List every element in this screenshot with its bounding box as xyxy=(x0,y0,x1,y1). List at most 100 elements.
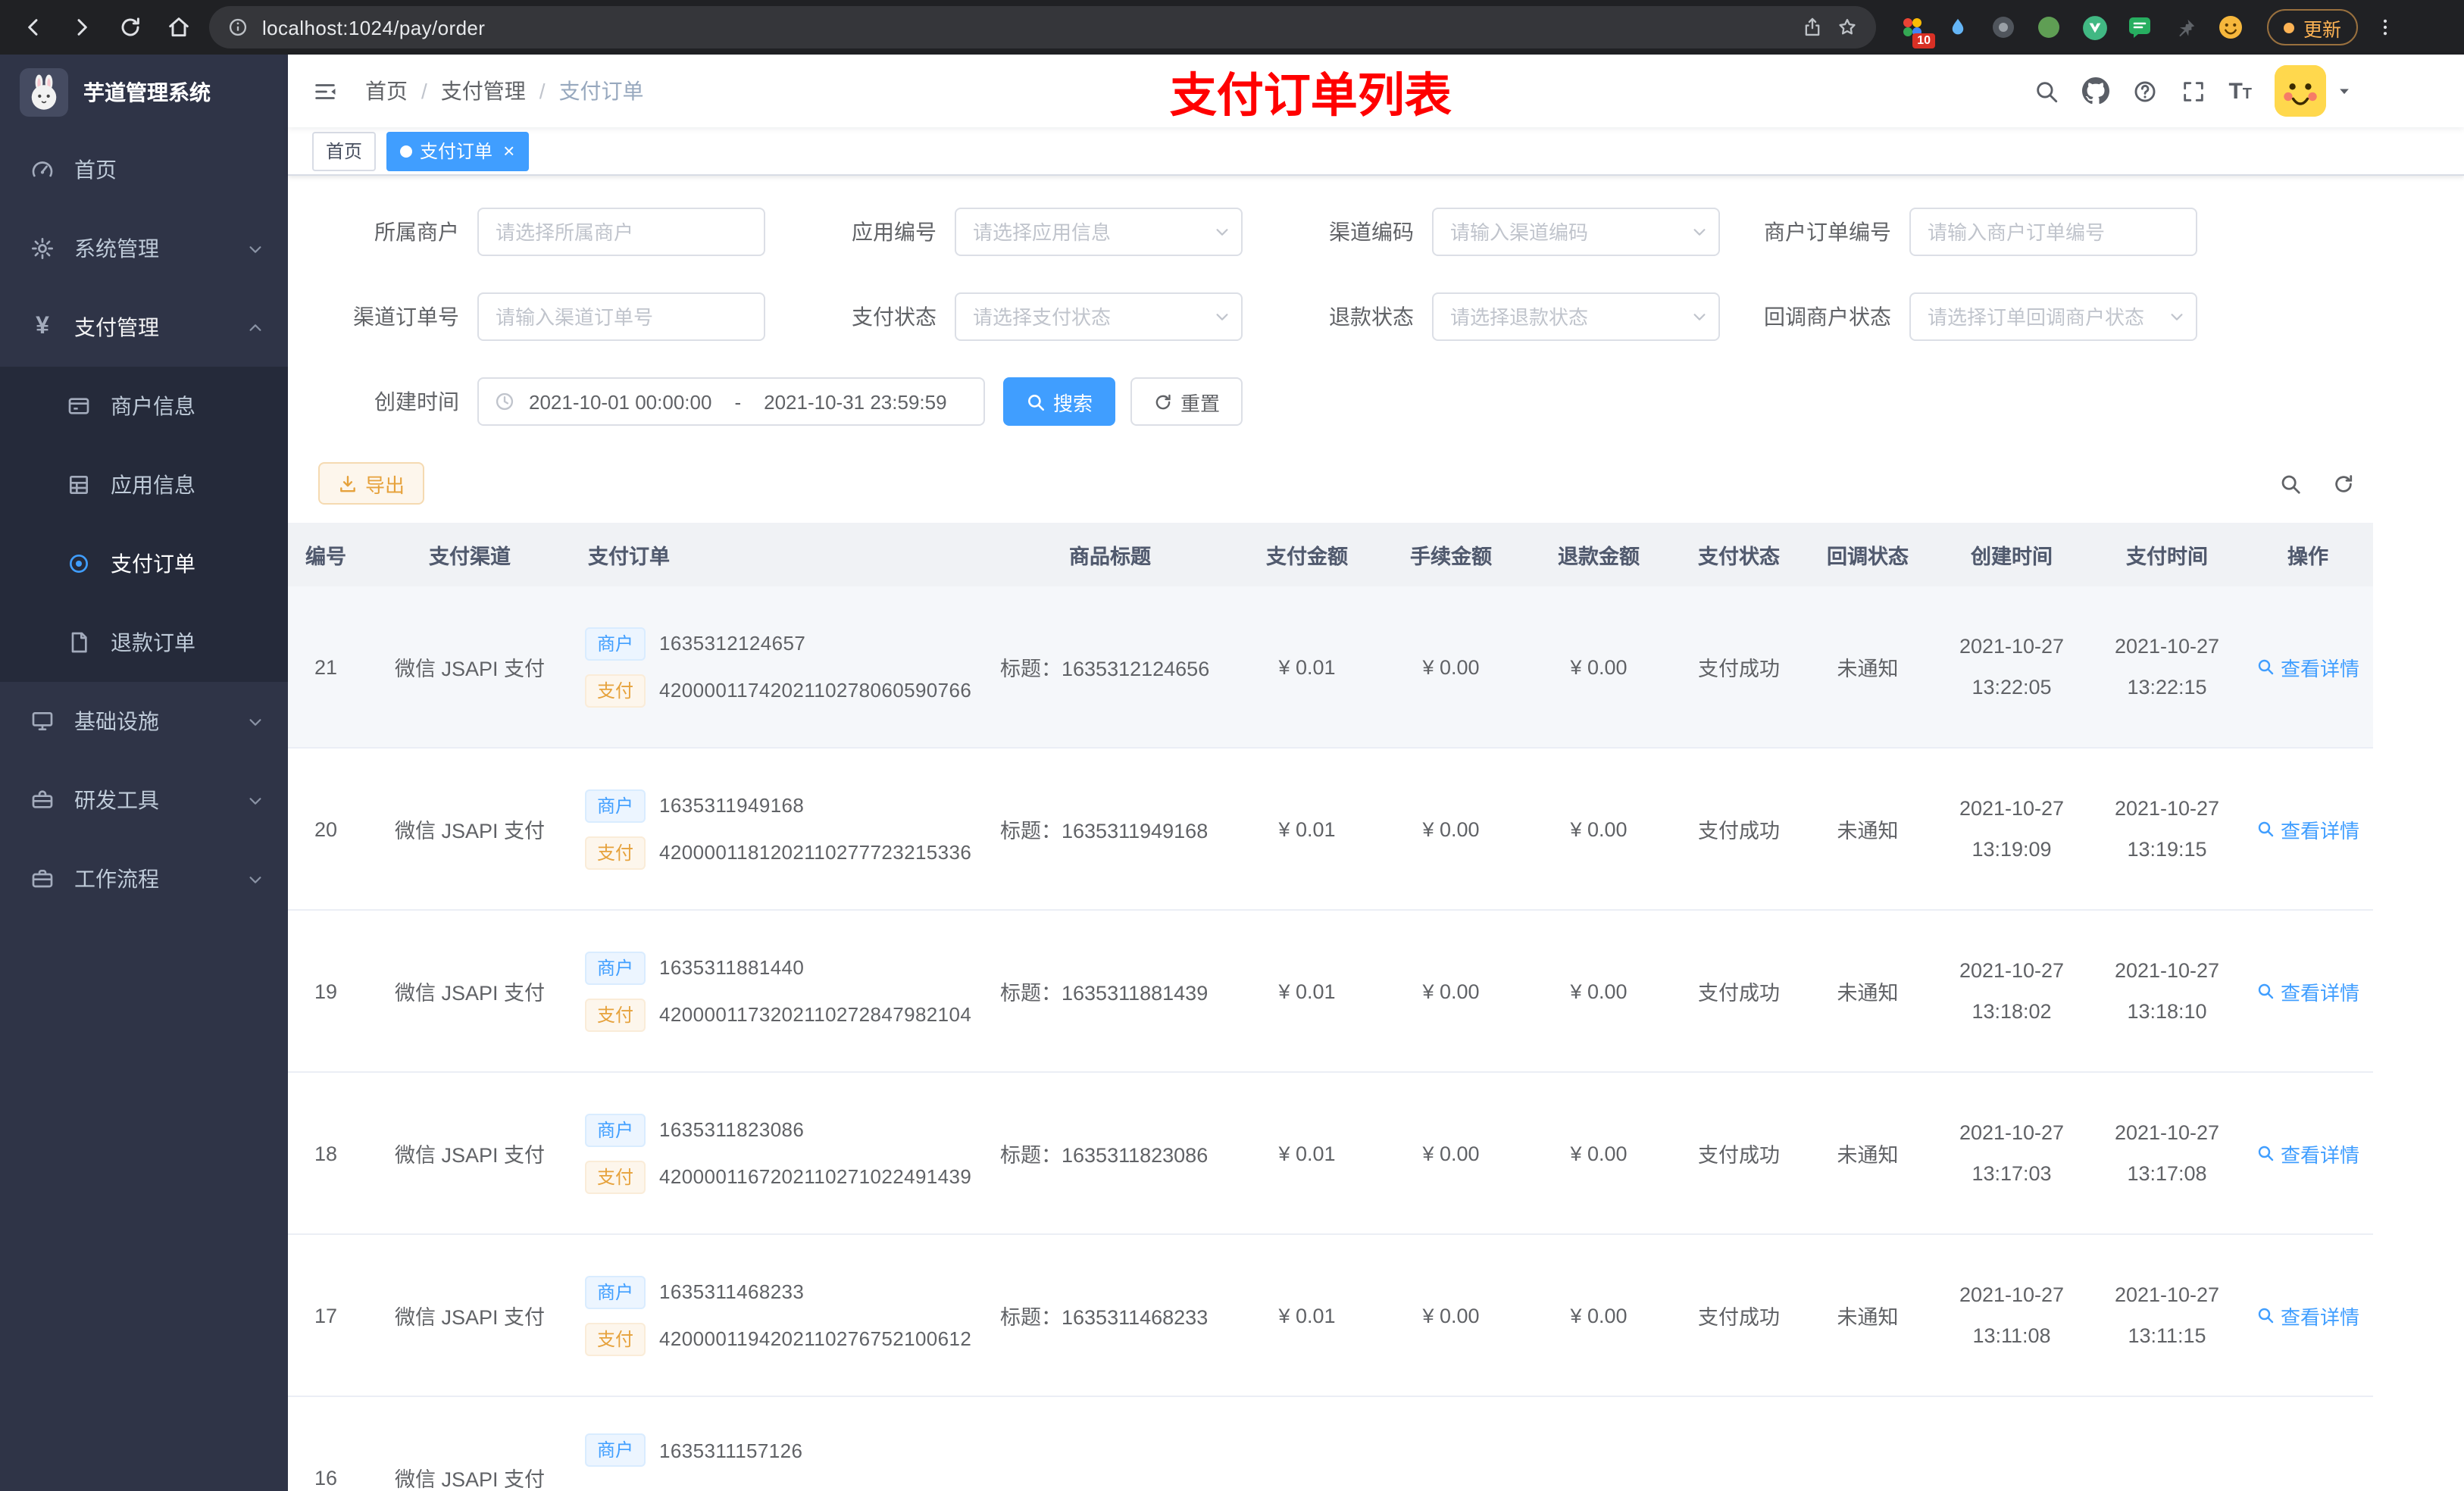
monitor-icon xyxy=(29,709,56,733)
dark-extension-icon[interactable] xyxy=(1988,12,2018,42)
cell-refund: ¥ 0.00 xyxy=(1570,655,1628,678)
view-detail-link[interactable]: 查看详情 xyxy=(2256,1139,2359,1167)
merchant-order-no-input[interactable] xyxy=(1909,208,2197,256)
sidebar-item-workflow[interactable]: 工作流程 xyxy=(0,839,288,918)
tag-label: 支付订单 xyxy=(420,141,493,162)
cell-fee: ¥ 0.00 xyxy=(1422,1304,1480,1327)
app-no-select xyxy=(955,208,1243,256)
app-title: 芋道管理系统 xyxy=(83,80,211,105)
cell-actions: 查看详情 xyxy=(2243,1235,2373,1396)
vue-devtools-icon[interactable] xyxy=(2079,12,2109,42)
refund-status-input[interactable] xyxy=(1432,292,1720,341)
notify-status-input[interactable] xyxy=(1909,292,2197,341)
merchant-input[interactable] xyxy=(477,208,765,256)
cell-title: 标题：1635311468233 xyxy=(1000,1306,1209,1329)
cell-status: 支付成功 xyxy=(1698,658,1780,680)
tag-pay-order[interactable]: 支付订单 × xyxy=(386,131,529,170)
sidebar-item-infra[interactable]: 基础设施 xyxy=(0,682,288,761)
forward-icon[interactable] xyxy=(61,6,103,48)
chevron-down-icon xyxy=(247,240,264,257)
sidebar-item-payment[interactable]: ¥ 支付管理 xyxy=(0,288,288,367)
chat-extension-icon[interactable] xyxy=(2125,12,2155,42)
view-detail-link[interactable]: 查看详情 xyxy=(2256,1301,2359,1330)
cell-actions xyxy=(2243,1397,2373,1491)
green-extension-icon[interactable] xyxy=(2034,12,2064,42)
cell-notify: 未通知 xyxy=(1837,658,1899,680)
col-id: 编号 xyxy=(305,545,346,568)
close-icon[interactable]: × xyxy=(503,141,514,161)
search-button[interactable]: 搜索 xyxy=(1003,377,1116,426)
cell-id: 17 xyxy=(314,1304,338,1327)
cell-status: 支付成功 xyxy=(1698,1306,1780,1329)
bookmark-star-icon[interactable] xyxy=(1837,17,1858,38)
cell-id: 20 xyxy=(314,817,338,840)
cell-amount: ¥ 0.01 xyxy=(1278,655,1336,678)
cell-channel: 微信 JSAPI 支付 xyxy=(394,1144,545,1167)
toggle-search-icon[interactable] xyxy=(2279,472,2302,495)
fullscreen-icon[interactable] xyxy=(2180,78,2206,104)
pin-extension-icon[interactable] xyxy=(2170,12,2200,42)
sidebar-item-refund-order[interactable]: 退款订单 xyxy=(0,603,288,682)
filter-label: 退款状态 xyxy=(1329,305,1414,329)
channel-code-input[interactable] xyxy=(1432,208,1720,256)
table-row: 17 微信 JSAPI 支付 商户 1635311468233 支付 42000… xyxy=(288,1235,2373,1397)
cell-refund xyxy=(1523,1397,1674,1491)
sidebar-item-label: 支付订单 xyxy=(111,552,195,576)
cell-amount: ¥ 0.01 xyxy=(1278,1142,1336,1164)
refresh-icon[interactable] xyxy=(2332,472,2355,495)
sidebar-item-home[interactable]: 首页 xyxy=(0,130,288,209)
site-info-icon[interactable] xyxy=(227,17,249,38)
chevron-up-icon xyxy=(247,319,264,336)
sidebar-item-app-info[interactable]: 应用信息 xyxy=(0,445,288,524)
view-detail-link[interactable]: 查看详情 xyxy=(2256,652,2359,681)
share-icon[interactable] xyxy=(1802,17,1823,38)
sidebar-item-devtools[interactable]: 研发工具 xyxy=(0,761,288,839)
app-no-input[interactable] xyxy=(955,208,1243,256)
col-notify: 回调状态 xyxy=(1827,545,1909,568)
breadcrumb-separator: / xyxy=(421,79,427,103)
url-text[interactable]: localhost:1024/pay/order xyxy=(262,16,1788,39)
cell-actions: 查看详情 xyxy=(2243,1073,2373,1233)
browser-update-button[interactable]: 更新 xyxy=(2267,9,2359,45)
breadcrumb-home[interactable]: 首页 xyxy=(365,76,408,106)
date-range-picker[interactable]: 2021-10-01 00:00:00 - 2021-10-31 23:59:5… xyxy=(477,377,985,426)
search-icon[interactable] xyxy=(2033,78,2059,104)
profile-emoji-icon[interactable] xyxy=(2215,12,2246,42)
home-icon[interactable] xyxy=(158,6,200,48)
font-size-icon[interactable]: TT xyxy=(2228,80,2252,102)
pay-badge: 支付 xyxy=(585,674,646,707)
export-button[interactable]: 导出 xyxy=(318,462,425,505)
cell-refund: ¥ 0.00 xyxy=(1570,1142,1628,1164)
merchant-no-line: 商户 1635311881440 xyxy=(585,951,804,984)
reset-button[interactable]: 重置 xyxy=(1130,377,1243,426)
cell-actions: 查看详情 xyxy=(2243,911,2373,1071)
view-detail-link[interactable]: 查看详情 xyxy=(2256,977,2359,1005)
tag-home[interactable]: 首页 xyxy=(312,131,377,170)
logo-rabbit-icon xyxy=(20,68,68,117)
help-icon[interactable] xyxy=(2131,78,2157,104)
sidebar-item-pay-order[interactable]: 支付订单 xyxy=(0,524,288,603)
extension-badge: 10 xyxy=(1912,33,1935,48)
app-logo[interactable]: 芋道管理系统 xyxy=(0,55,288,130)
breadcrumb-payment[interactable]: 支付管理 xyxy=(441,76,526,106)
sidebar-fold-icon[interactable] xyxy=(312,78,338,104)
url-bar[interactable]: localhost:1024/pay/order xyxy=(209,6,1876,48)
channel-order-no-input[interactable] xyxy=(477,292,765,341)
browser-menu-icon[interactable] xyxy=(2364,6,2406,48)
merchant-no: 1635312124657 xyxy=(659,632,806,655)
yen-icon: ¥ xyxy=(36,314,49,339)
reload-icon[interactable] xyxy=(109,6,152,48)
view-detail-link[interactable]: 查看详情 xyxy=(2256,814,2359,843)
sidebar-item-system[interactable]: 系统管理 xyxy=(0,209,288,288)
user-menu[interactable] xyxy=(2275,65,2352,117)
pay-status-input[interactable] xyxy=(955,292,1243,341)
cell-refund: ¥ 0.00 xyxy=(1570,980,1628,1002)
sidebar-item-merchant-info[interactable]: 商户信息 xyxy=(0,367,288,445)
date-start: 2021-10-01 00:00:00 xyxy=(529,390,712,413)
pay-badge: 支付 xyxy=(585,998,646,1031)
github-icon[interactable] xyxy=(2081,77,2109,105)
droplet-extension-icon[interactable] xyxy=(1943,12,1973,42)
back-icon[interactable] xyxy=(12,6,55,48)
colorful-extension-icon[interactable]: 10 xyxy=(1897,12,1935,48)
filter-label: 渠道订单号 xyxy=(353,305,459,329)
